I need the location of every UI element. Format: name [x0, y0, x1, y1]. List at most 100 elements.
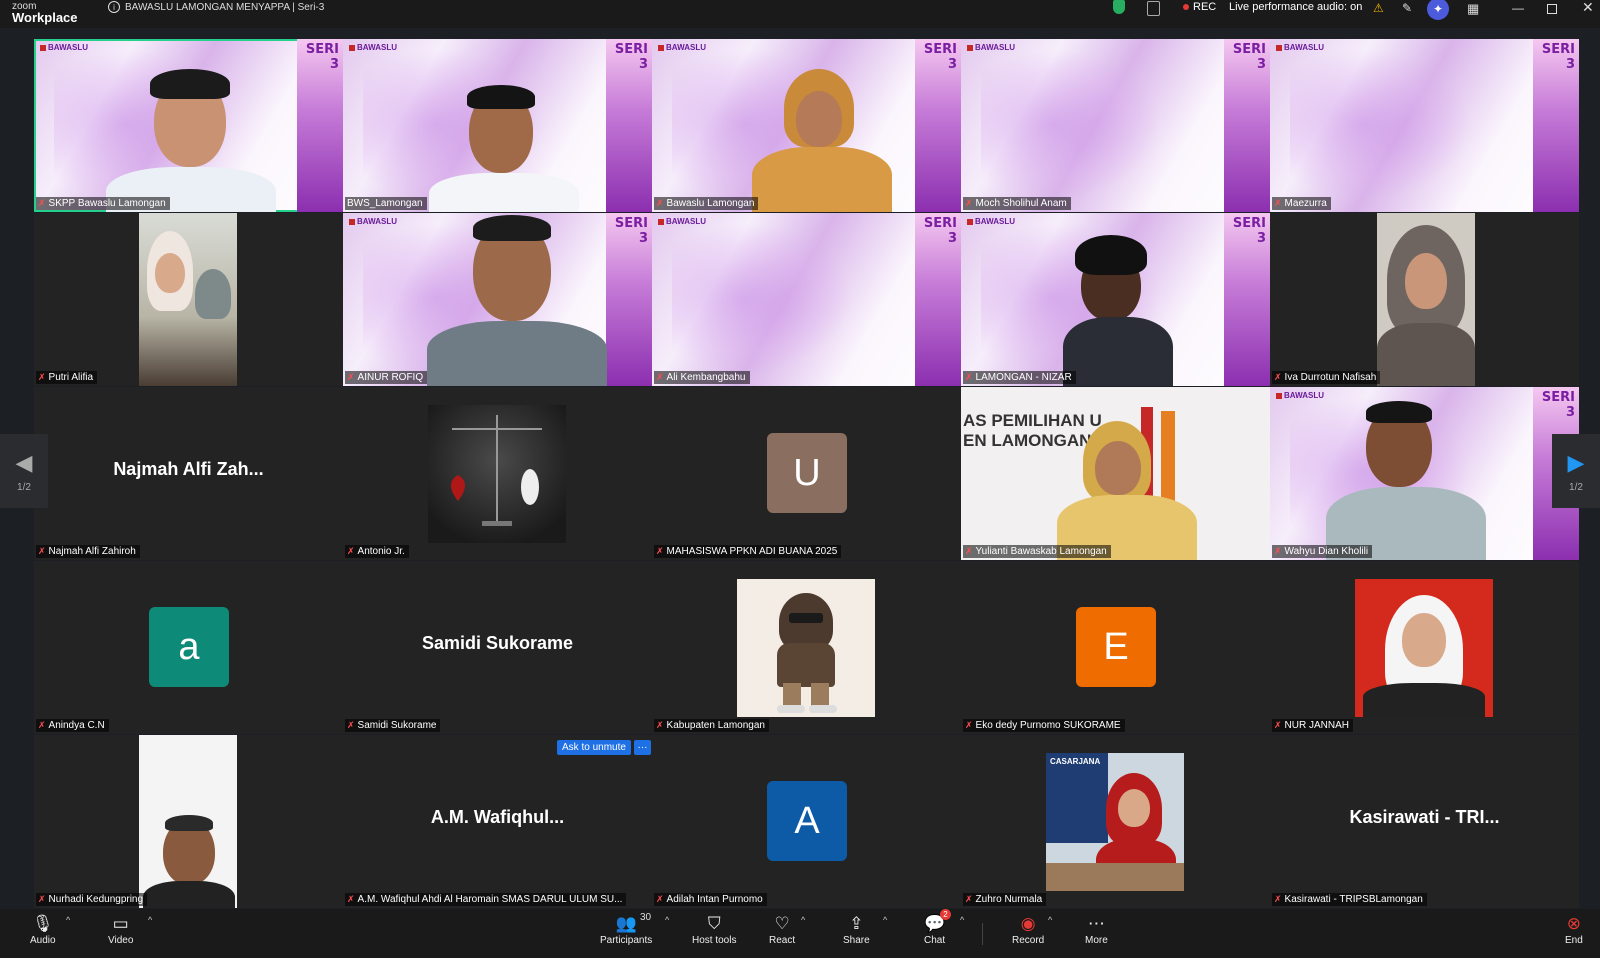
bawaslu-logo: BAWASLU [349, 43, 397, 52]
event-banner: SERI 3 [1224, 39, 1270, 212]
video-tile[interactable]: ✗ Kabupaten Lamongan [652, 561, 961, 734]
shield-icon: ⛉ [707, 914, 721, 933]
video-tile[interactable]: E ✗ Eko dedy Purnomo SUKORAME [961, 561, 1270, 734]
close-icon[interactable]: ✕ [1582, 0, 1594, 16]
participant-display-name: A.M. Wafiqhul... [430, 807, 565, 827]
participant-name-tag: ✗ Moch Sholihul Anam [963, 197, 1071, 210]
video-tile[interactable]: BAWASLU SERI 3 ✗ Maezurra [1270, 39, 1579, 212]
share-button[interactable]: ⇪ Share [843, 913, 870, 946]
video-tile[interactable]: BAWASLU SERI 3 ✗ SKPP Bawaslu Lamongan [34, 39, 343, 212]
maximize-icon[interactable] [1547, 4, 1557, 14]
more-options-button[interactable]: ··· [634, 740, 651, 755]
scale-icon [451, 415, 542, 526]
participants-icon: 👥 [615, 914, 637, 933]
video-tile[interactable]: A ✗ Adilah Intan Purnomo [652, 735, 961, 908]
video-tile[interactable]: ✗ Putri Alifia [34, 213, 343, 386]
video-tile[interactable]: Samidi Sukorame ✗ Samidi Sukorame [343, 561, 652, 734]
audio-options-caret[interactable]: ^ [66, 915, 70, 925]
video-button[interactable]: ▭ Video [108, 913, 133, 946]
video-tile[interactable]: ✗ Iva Durrotun Nafisah [1270, 213, 1579, 386]
video-tile[interactable]: U ✗ MAHASISWA PPKN ADI BUANA 2025 [652, 387, 961, 560]
next-page-button[interactable]: ▶ 1/2 [1552, 434, 1600, 508]
video-tile[interactable]: BAWASLU SERI 3 ✗ Ali Kembangbahu [652, 213, 961, 386]
video-options-caret[interactable]: ^ [148, 915, 152, 925]
muted-mic-icon: ✗ [347, 372, 355, 382]
record-options-caret[interactable]: ^ [1048, 915, 1052, 925]
video-tile[interactable]: CASARJANA ✗ Zuhro Nurmala [961, 735, 1270, 908]
host-tools-button[interactable]: ⛉ Host tools [692, 913, 736, 946]
muted-mic-icon: ✗ [38, 198, 46, 208]
react-button[interactable]: ♡ React [769, 913, 795, 946]
react-options-caret[interactable]: ^ [801, 915, 805, 925]
end-meeting-button[interactable]: ⊗ End [1565, 913, 1583, 946]
heart-icon: ♡ [774, 914, 790, 933]
event-banner: SERI 3 [915, 213, 961, 386]
video-tile[interactable]: ✗ NUR JANNAH [1270, 561, 1579, 734]
video-tile[interactable]: BAWASLU SERI 3 ✗ LAMONGAN - NIZAR [961, 213, 1270, 386]
live-audio-status[interactable]: Live performance audio: on [1229, 1, 1362, 13]
event-banner: SERI 3 [606, 213, 652, 386]
video-tile[interactable]: ✗ Nurhadi Kedungpring [34, 735, 343, 908]
participant-name-tag: ✗ Najmah Alfi Zahiroh [36, 545, 140, 558]
info-icon[interactable]: i [108, 1, 120, 13]
participant-name-tag: ✗ Adilah Intan Purnomo [654, 893, 767, 906]
ask-to-unmute-button[interactable]: Ask to unmute [557, 740, 631, 755]
magic-wand-icon[interactable]: ✎ [1402, 1, 1412, 15]
muted-mic-icon: ✗ [1274, 720, 1282, 730]
participant-name-tag: ✗ Ali Kembangbahu [654, 371, 750, 384]
ai-companion-icon[interactable]: ✦ [1427, 0, 1449, 20]
apps-grid-icon[interactable]: ▦ [1467, 1, 1479, 17]
participant-face [796, 91, 842, 147]
muted-mic-icon: ✗ [347, 720, 355, 730]
chat-options-caret[interactable]: ^ [960, 915, 964, 925]
recording-indicator[interactable]: REC [1183, 1, 1216, 13]
share-screen-icon: ⇪ [849, 914, 864, 933]
video-tile[interactable]: BAWASLU SERI 3 ✗ Bawaslu Lamongan [652, 39, 961, 212]
bawaslu-logo: BAWASLU [967, 217, 1015, 226]
video-tile[interactable]: A.M. Wafiqhul... ✗ A.M. Wafiqhul Ahdi Al … [343, 735, 652, 908]
title-bar: zoom Workplace i BAWASLU LAMONGAN MENYAP… [0, 0, 1600, 28]
muted-mic-icon: ✗ [656, 198, 664, 208]
warning-icon[interactable]: ⚠ [1373, 1, 1384, 15]
record-icon: ◉ [1020, 914, 1036, 933]
profile-picture: CASARJANA [1046, 753, 1184, 891]
previous-page-button[interactable]: ◀ 1/2 [0, 434, 48, 508]
camera-icon: ▭ [112, 914, 129, 933]
sign-text: CASARJANA [1050, 757, 1101, 766]
participant-name-tag: ✗ MAHASISWA PPKN ADI BUANA 2025 [654, 545, 842, 558]
minimize-icon[interactable]: — [1512, 1, 1524, 15]
event-banner: SERI 3 [297, 39, 343, 212]
notes-icon[interactable] [1147, 1, 1160, 16]
video-tile[interactable]: BAWASLU SERI 3 ✗ Wahyu Dian Kholili [1270, 387, 1579, 560]
meeting-toolbar: 🎙 Audio ^ ▭ Video ^ 👥 Participants 30 ^ … [0, 909, 1600, 958]
meeting-title: BAWASLU LAMONGAN MENYAPPA | Seri-3 [125, 1, 325, 13]
participant-name-tag: ✗ SKPP Bawaslu Lamongan [36, 197, 170, 210]
muted-mic-icon: ✗ [656, 546, 664, 556]
video-tile[interactable]: Najmah Alfi Zah... ✗ Najmah Alfi Zahiroh [34, 387, 343, 560]
muted-mic-icon: ✗ [656, 372, 664, 382]
video-tile[interactable]: ✗ Antonio Jr. [343, 387, 652, 560]
participants-options-caret[interactable]: ^ [665, 915, 669, 925]
meeting-info[interactable]: i BAWASLU LAMONGAN MENYAPPA | Seri-3 [108, 0, 324, 14]
participant-body [429, 173, 579, 212]
more-button[interactable]: ⋯ More [1085, 913, 1108, 946]
participant-name-tag: ✗ Wahyu Dian Kholili [1272, 545, 1373, 558]
video-tile[interactable]: BAWASLU SERI 3 BWS_Lamongan [343, 39, 652, 212]
video-tile[interactable]: BAWASLU SERI 3 ✗ AINUR ROFIQ [343, 213, 652, 386]
participant-name-tag: ✗ Anindya C.N [36, 719, 109, 732]
video-tile[interactable]: Kasirawati - TRI... ✗ Kasirawati - TRIPSB… [1270, 735, 1579, 908]
video-tile[interactable]: AS PEMILIHAN U EN LAMONGAN ✗ Yulianti Baw… [961, 387, 1270, 560]
record-button[interactable]: ◉ Record [1012, 913, 1044, 946]
audio-button[interactable]: 🎙 Audio [30, 913, 56, 946]
participant-name-tag: BWS_Lamongan [345, 197, 427, 210]
participant-name-tag: ✗ Nurhadi Kedungpring [36, 893, 148, 906]
participant-hair [150, 69, 230, 99]
chevron-left-icon: ◀ [15, 449, 33, 475]
video-tile[interactable]: BAWASLU SERI 3 ✗ Moch Sholihul Anam [961, 39, 1270, 212]
event-banner: SERI 3 [1224, 213, 1270, 386]
muted-mic-icon: ✗ [965, 546, 973, 556]
security-shield-icon[interactable] [1113, 0, 1125, 14]
participant-name-tag: ✗ Iva Durrotun Nafisah [1272, 371, 1381, 384]
share-options-caret[interactable]: ^ [883, 915, 887, 925]
video-tile[interactable]: a ✗ Anindya C.N [34, 561, 343, 734]
